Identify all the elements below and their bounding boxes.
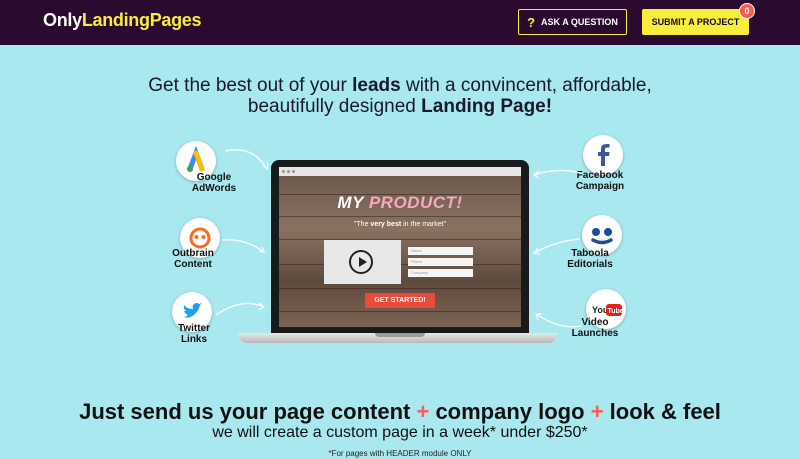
plus-icon: + bbox=[590, 399, 604, 424]
outbrain-label: Outbrain Content bbox=[168, 248, 218, 270]
project-count-badge: 0 bbox=[739, 3, 755, 19]
mockup-name-field: Name bbox=[408, 247, 473, 255]
window-dot bbox=[282, 170, 285, 173]
hero-line2-bold: Landing Page! bbox=[421, 96, 553, 117]
bottom-part2: company logo bbox=[429, 399, 591, 424]
taboola-label-line2: Editorials bbox=[567, 259, 613, 270]
hero-line-1: Get the best out of your leads with a co… bbox=[0, 75, 800, 96]
mockup-sub-pre: "The bbox=[353, 221, 371, 228]
wood-plank-line bbox=[279, 311, 521, 312]
youtube-logo-tube: Tube bbox=[608, 308, 624, 315]
ask-question-button[interactable]: ? ASK A QUESTION bbox=[518, 9, 627, 35]
mockup-sub-mid: in the bbox=[401, 221, 423, 228]
youtube-logo-you: You bbox=[592, 305, 608, 315]
hero-line1-post: with a convincent, affordable, bbox=[400, 75, 652, 96]
arrow-twitter-icon bbox=[215, 302, 266, 316]
arrow-google-icon bbox=[224, 149, 269, 171]
bottom-part3: look & feel bbox=[603, 399, 721, 424]
logo-prefix: Only bbox=[43, 10, 82, 30]
logo-accent: LandingPages bbox=[81, 10, 202, 30]
bottom-part1: Just send us your page content bbox=[79, 399, 417, 424]
mockup-title: MY PRODUCT! bbox=[279, 193, 521, 213]
browser-bar bbox=[279, 167, 521, 176]
mockup-phone-field: Phone bbox=[408, 258, 473, 266]
mockup-get-started-button: GET STARTED! bbox=[365, 293, 435, 308]
hero-line1-bold: leads bbox=[352, 75, 401, 96]
wood-plank-line bbox=[279, 288, 521, 289]
window-dot bbox=[292, 170, 295, 173]
hero-headline: Get the best out of your leads with a co… bbox=[0, 75, 800, 117]
google-label-line2: AdWords bbox=[191, 183, 237, 194]
hero-line1-pre: Get the best out of your bbox=[148, 75, 353, 96]
laptop-notch bbox=[375, 333, 425, 337]
window-dot bbox=[287, 170, 290, 173]
submit-project-label: SUBMIT A PROJECT bbox=[651, 17, 740, 27]
question-icon: ? bbox=[527, 14, 536, 30]
bottom-headline: Just send us your page content + company… bbox=[0, 399, 800, 425]
mockup-title-white: MY bbox=[337, 193, 369, 212]
arrow-youtube-icon bbox=[535, 313, 583, 328]
ask-question-label: ASK A QUESTION bbox=[541, 17, 618, 27]
play-icon bbox=[349, 250, 373, 274]
arrow-taboola-icon bbox=[532, 238, 581, 255]
mockup-title-pink: PRODUCT! bbox=[368, 193, 463, 212]
bottom-subheadline: we will create a custom page in a week* … bbox=[212, 424, 588, 441]
arrow-outbrain-icon bbox=[221, 239, 266, 253]
outbrain-label-line1: Outbrain bbox=[172, 248, 214, 259]
wood-plank-line bbox=[279, 216, 521, 217]
hero-line2-pre: beautifully designed bbox=[247, 96, 422, 117]
mockup-sub-bold: very best bbox=[370, 221, 402, 228]
facebook-icon bbox=[583, 135, 623, 175]
footnote: *For pages with HEADER module ONLY bbox=[328, 449, 472, 458]
mockup-company-field: Company bbox=[408, 269, 473, 277]
hero-line-2: beautifully designed Landing Page! bbox=[0, 96, 800, 117]
mockup-sub-post: market" bbox=[422, 221, 447, 228]
twitter-label: Twitter Links bbox=[164, 323, 224, 345]
twitter-label-line2: Links bbox=[180, 334, 208, 345]
google-adwords-label: Google AdWords bbox=[184, 172, 244, 194]
arrow-facebook-icon bbox=[532, 169, 581, 179]
mockup-subtitle: "The very best in the market" bbox=[279, 221, 521, 228]
twitter-label-line1: Twitter bbox=[177, 323, 211, 334]
site-logo[interactable]: OnlyLandingPages bbox=[43, 10, 202, 31]
plus-icon: + bbox=[416, 399, 430, 424]
outbrain-label-line2: Content bbox=[174, 259, 212, 270]
submit-project-button[interactable]: SUBMIT A PROJECT bbox=[642, 9, 749, 35]
